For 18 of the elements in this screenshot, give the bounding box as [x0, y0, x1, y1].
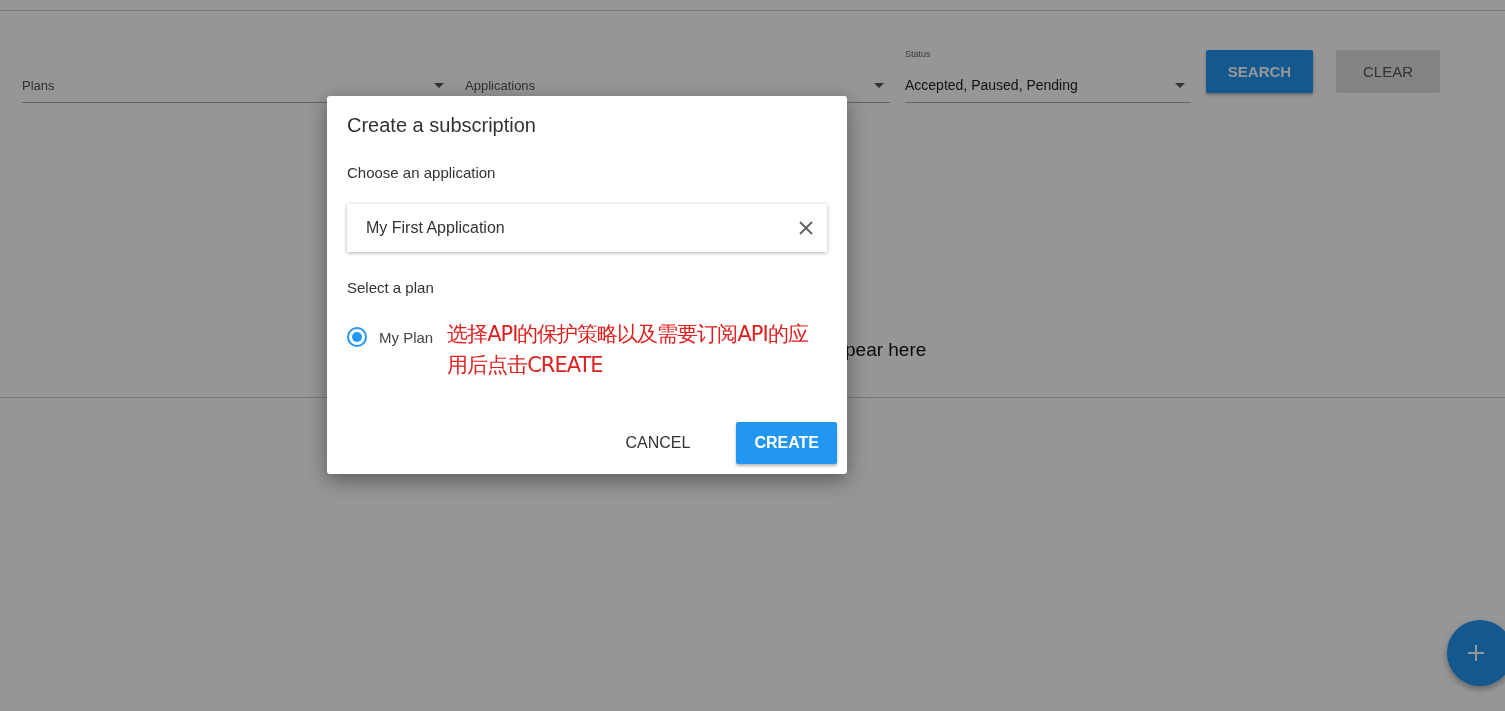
- add-button[interactable]: [1447, 620, 1505, 686]
- create-button[interactable]: CREATE: [736, 422, 837, 464]
- caret-icon: [874, 83, 884, 88]
- caret-icon: [434, 83, 444, 88]
- plan-label: Select a plan: [347, 279, 435, 296]
- clear-icon[interactable]: [799, 221, 813, 235]
- plus-icon: [1467, 644, 1485, 662]
- dialog-title: Create a subscription: [347, 114, 537, 137]
- application-label: Choose an application: [347, 164, 497, 181]
- application-field[interactable]: My First Application: [347, 204, 827, 252]
- application-value: My First Application: [366, 219, 505, 237]
- cancel-button[interactable]: CANCEL: [607, 422, 709, 464]
- radio-icon[interactable]: [347, 327, 367, 347]
- filter-select[interactable]: Status Accepted, Paused, Pending: [905, 47, 1191, 103]
- search-button[interactable]: SEARCH: [1206, 50, 1313, 93]
- annotation-note: 选择API的保护策略以及需要订阅API的应用后点击CREATE: [447, 321, 809, 379]
- caret-icon: [1175, 83, 1185, 88]
- plan-radio[interactable]: My Plan: [347, 327, 434, 347]
